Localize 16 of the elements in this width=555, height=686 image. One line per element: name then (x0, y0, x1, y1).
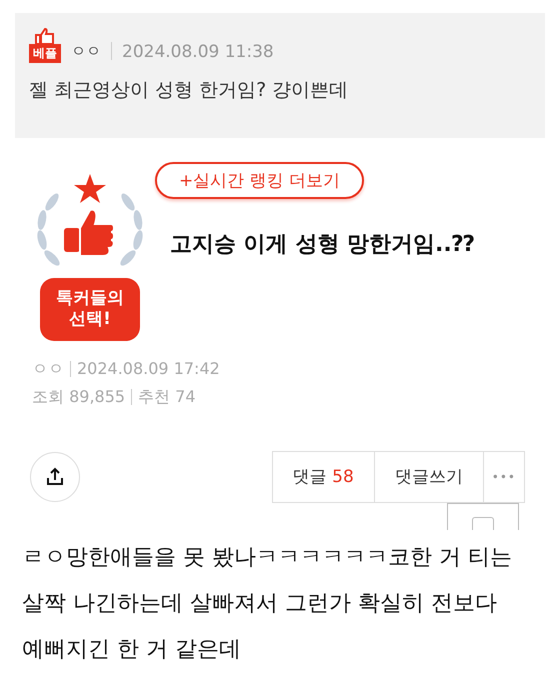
popup-menu (447, 502, 519, 530)
post-title: 고지승 이게 성형 망한거임..⁇ (170, 231, 474, 259)
share-button[interactable] (30, 452, 80, 502)
share-icon (45, 466, 65, 486)
comment-date: 2024.08.09 11:38 (122, 42, 274, 64)
best-badge: 베플 (29, 44, 61, 64)
view-count: 조회 89,855 (32, 386, 126, 408)
ranking-button[interactable]: +실시간 랭킹 더보기 (155, 162, 364, 199)
like-count: 추천 74 (138, 386, 196, 408)
thumbs-up-icon (34, 27, 56, 45)
author-name: ㅇㅇ (32, 358, 64, 380)
author-name: ㅇㅇ (71, 42, 101, 62)
post-body: ㄹㅇ망한애들을 못 봤나ㅋㅋㅋㅋㅋㅋ코한 거 티는 살짝 나긴하는데 살빠져서 그런가 확실히 전보다 예뻐지긴 한 거 같은데 (22, 544, 513, 664)
post-date: 2024.08.09 17:42 (77, 358, 220, 380)
comment-text: 젤 최근영상이 성형 한거임? 걍이쁜데 (29, 78, 350, 104)
emblem-label: 톡커들의 선택! (40, 278, 140, 340)
